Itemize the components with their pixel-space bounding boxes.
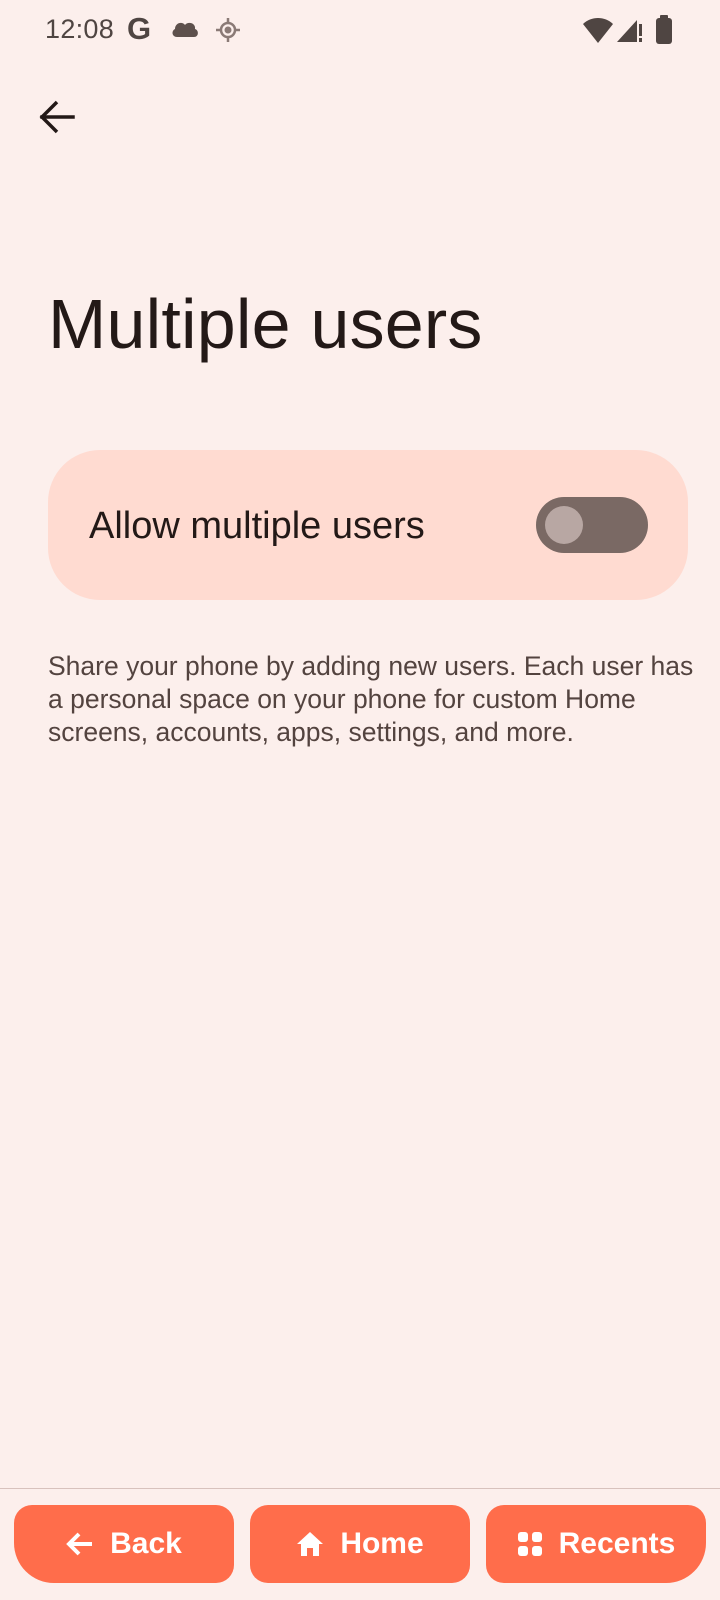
bottom-nav-bar: Back Home Recents (0, 1489, 720, 1600)
status-time: 12:08 (45, 14, 115, 44)
toggle-label: Allow multiple users (89, 505, 425, 547)
signal-icon (615, 16, 643, 49)
nav-home-label: Home (340, 1527, 424, 1560)
back-arrow-icon[interactable] (28, 88, 86, 146)
description-text: Share your phone by adding new users. Ea… (48, 651, 694, 747)
location-icon (215, 17, 241, 48)
allow-multiple-users-toggle-row[interactable]: Allow multiple users (48, 450, 688, 600)
wifi-icon (582, 16, 614, 49)
allow-multiple-users-switch[interactable] (536, 497, 648, 553)
nav-recents-label: Recents (558, 1527, 676, 1560)
page-title: Multiple users (48, 285, 483, 363)
recents-icon (517, 1531, 543, 1557)
status-bar: 12:08 G (0, 0, 720, 62)
home-icon (296, 1531, 324, 1557)
arrow-left-icon (66, 1532, 94, 1556)
nav-back-label: Back (110, 1527, 182, 1560)
cloud-icon (170, 17, 200, 44)
nav-back-button[interactable]: Back (14, 1505, 234, 1583)
battery-icon (655, 15, 673, 50)
switch-thumb (545, 506, 583, 544)
google-icon: G (127, 11, 152, 46)
nav-home-button[interactable]: Home (250, 1505, 470, 1583)
nav-recents-button[interactable]: Recents (486, 1505, 706, 1583)
